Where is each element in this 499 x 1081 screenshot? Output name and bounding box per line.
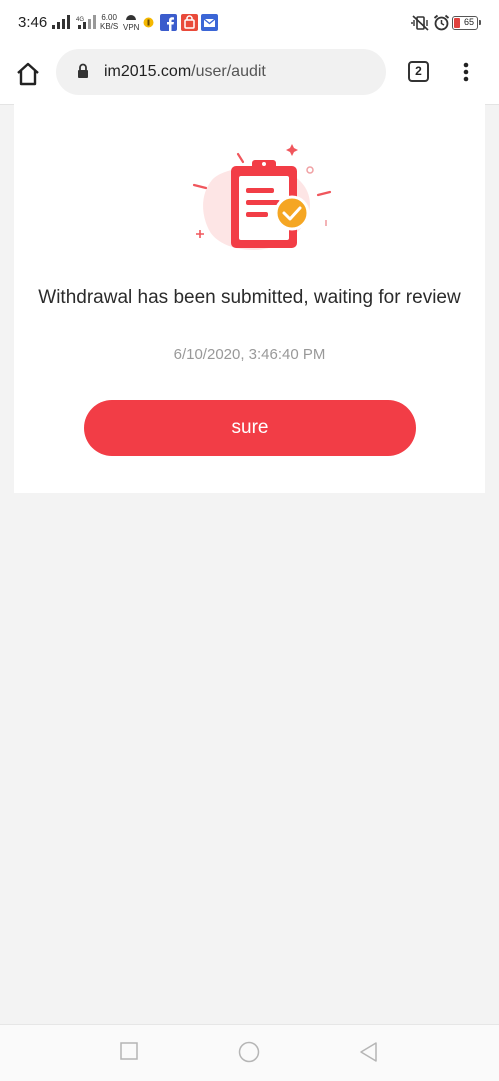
notification-icon	[143, 17, 154, 28]
signal-4g-icon: 4G	[76, 15, 96, 29]
mail-icon	[201, 14, 218, 31]
vpn-label: VPN	[123, 23, 140, 32]
status-time: 3:46	[18, 14, 48, 31]
signal-icon	[52, 15, 70, 29]
sure-button[interactable]: sure	[84, 400, 416, 456]
home-nav-icon[interactable]	[238, 1041, 260, 1063]
status-message: Withdrawal has been submitted, waiting f…	[38, 287, 461, 308]
back-icon[interactable]	[358, 1041, 378, 1063]
url-domain: im2015.com	[104, 63, 192, 80]
recent-apps-icon[interactable]	[119, 1041, 139, 1061]
battery-level-fill	[454, 18, 460, 28]
facebook-icon	[160, 14, 177, 31]
clipboard-check-icon	[192, 144, 332, 250]
network-speed-unit: KB/S	[100, 22, 119, 31]
more-options-icon[interactable]	[455, 58, 477, 86]
system-nav-bar	[0, 1024, 499, 1081]
vpn-icon	[126, 15, 137, 20]
tab-count: 2	[415, 64, 422, 78]
audit-result-card: Withdrawal has been submitted, waiting f…	[14, 104, 485, 493]
address-bar[interactable]: im2015.com/user/audit	[56, 49, 386, 95]
shopping-bag-icon	[181, 14, 198, 31]
vibrate-icon	[411, 15, 429, 31]
network-speed: 6.00 KB/S	[100, 13, 118, 31]
home-button[interactable]	[14, 60, 42, 88]
tab-switcher-button[interactable]: 2	[408, 61, 429, 82]
battery-icon: 65	[452, 16, 481, 30]
submission-timestamp: 6/10/2020, 3:46:40 PM	[173, 346, 326, 363]
battery-level: 65	[463, 17, 474, 27]
network-speed-value: 6.00	[101, 13, 117, 22]
url-path: /user/audit	[191, 63, 266, 80]
vpn-indicator: VPN	[123, 13, 139, 32]
alarm-icon	[433, 14, 450, 31]
lock-icon	[78, 63, 88, 78]
browser-toolbar: im2015.com/user/audit 2	[0, 46, 499, 105]
url-text: im2015.com/user/audit	[104, 63, 266, 81]
status-bar: 3:46 4G 6.00 KB/S VPN 65	[0, 0, 499, 46]
